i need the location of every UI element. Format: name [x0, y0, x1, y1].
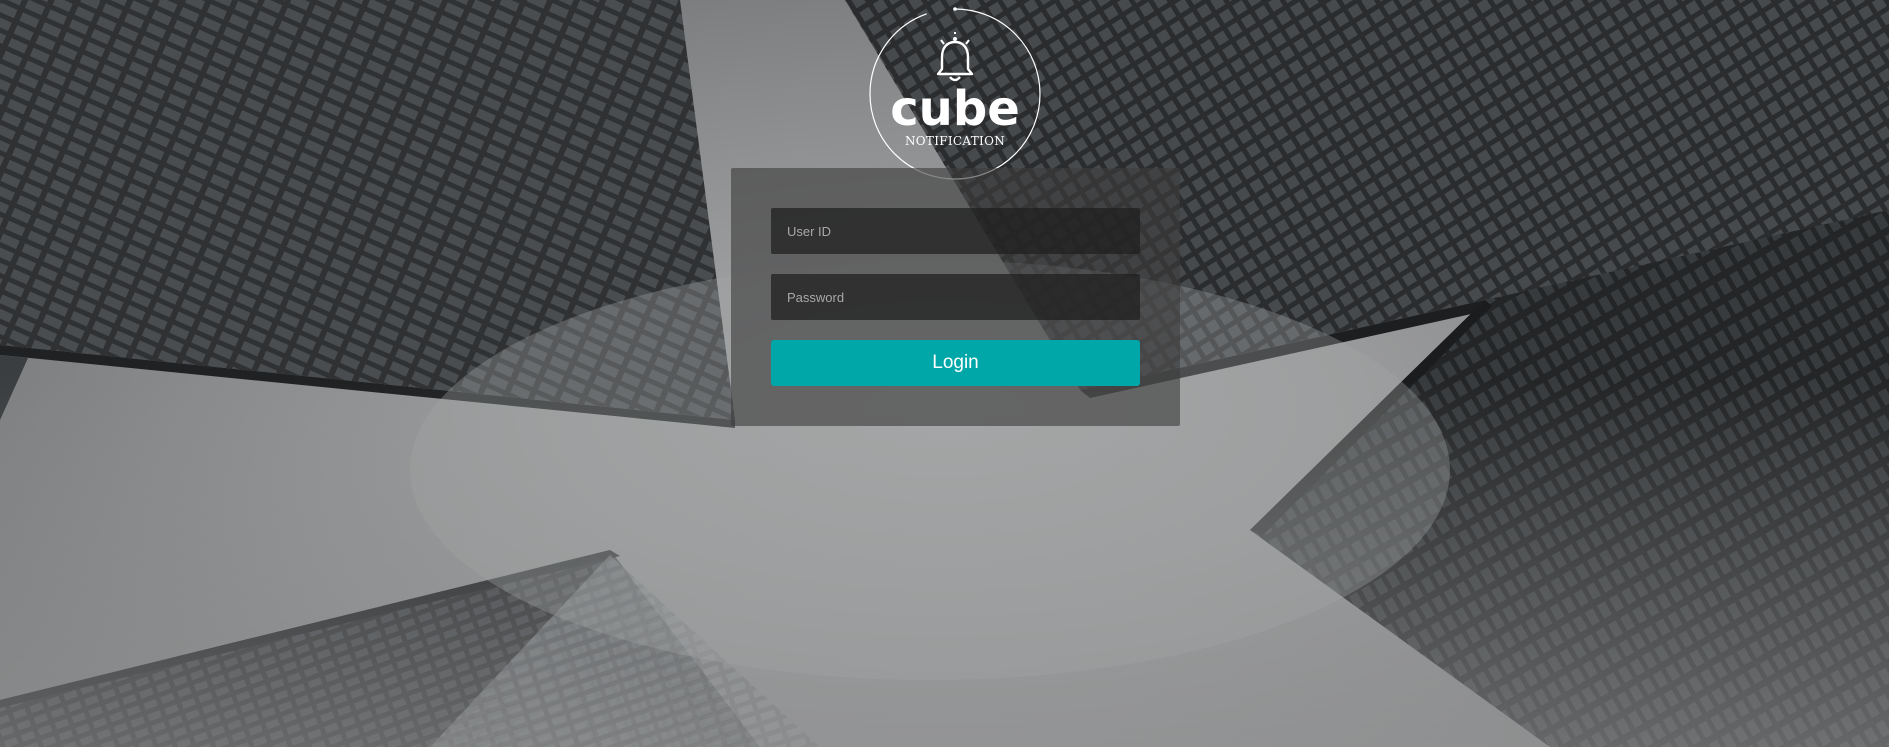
- logo-subtitle: NOTIFICATION: [904, 134, 1006, 148]
- login-page: cube NOTIFICATION Login: [0, 0, 1889, 747]
- cube-notification-logo: cube NOTIFICATION: [868, 7, 1042, 181]
- logo-wordmark: cube: [890, 81, 1020, 137]
- login-button[interactable]: Login: [771, 340, 1140, 386]
- userid-input[interactable]: [771, 208, 1140, 254]
- bell-icon: [936, 32, 974, 82]
- login-form: Login: [731, 168, 1180, 426]
- password-input[interactable]: [771, 274, 1140, 320]
